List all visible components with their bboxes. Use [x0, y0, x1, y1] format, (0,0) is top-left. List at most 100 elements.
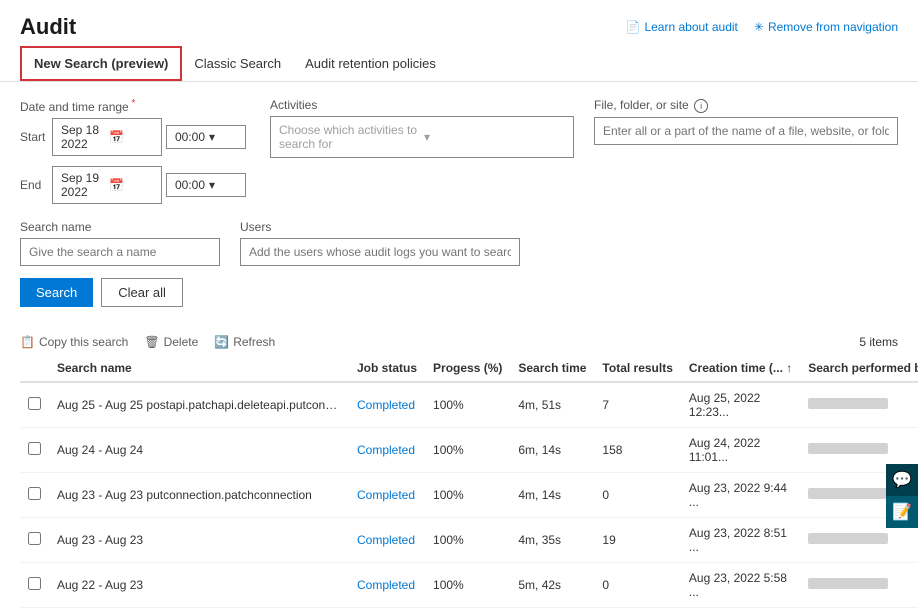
row-progress: 100% — [425, 428, 510, 473]
row-progress: 100% — [425, 473, 510, 518]
row-job-status: Completed — [349, 473, 425, 518]
row-checkbox-cell[interactable] — [20, 382, 49, 428]
th-job-status[interactable]: Job status — [349, 355, 425, 382]
start-date-row: Start Sep 18 2022 📅 00:00 ▾ — [20, 118, 250, 156]
row-checkbox-cell[interactable] — [20, 563, 49, 608]
file-folder-input[interactable] — [594, 117, 898, 145]
copy-search-action[interactable]: 📋 Copy this search — [20, 335, 128, 349]
th-search-time[interactable]: Search time — [510, 355, 594, 382]
job-status-link[interactable]: Completed — [357, 398, 415, 412]
row-checkbox-cell[interactable] — [20, 518, 49, 563]
header-row: Search name Job status Progess (%) Searc… — [20, 355, 918, 382]
form-area: Date and time range * Start Sep 18 2022 … — [0, 82, 918, 323]
form-row-1: Date and time range * Start Sep 18 2022 … — [20, 98, 898, 210]
learn-audit-link[interactable]: 📄 Learn about audit — [626, 20, 738, 34]
row-job-status: Completed — [349, 428, 425, 473]
row-progress: 100% — [425, 382, 510, 428]
row-checkbox[interactable] — [28, 487, 41, 500]
tab-retention-policies[interactable]: Audit retention policies — [293, 48, 448, 79]
th-creation-time[interactable]: Creation time (... ↑ — [681, 355, 800, 382]
row-total-results: 0 — [594, 563, 680, 608]
tab-classic-search[interactable]: Classic Search — [182, 48, 293, 79]
row-search-name: Aug 25 - Aug 25 postapi.patchapi.deletea… — [49, 382, 349, 428]
activities-group: Activities Choose which activities to se… — [270, 98, 574, 158]
row-progress: 100% — [425, 563, 510, 608]
row-search-time: 4m, 35s — [510, 518, 594, 563]
search-name-input[interactable] — [20, 238, 220, 266]
row-checkbox[interactable] — [28, 397, 41, 410]
th-progress[interactable]: Progess (%) — [425, 355, 510, 382]
delete-action[interactable]: 🗑 Delete — [144, 335, 198, 349]
tab-new-search[interactable]: New Search (preview) — [20, 46, 182, 81]
users-group: Users — [240, 220, 520, 266]
row-performed-by — [800, 563, 918, 608]
results-table-wrapper: Search name Job status Progess (%) Searc… — [0, 355, 918, 608]
clear-all-button[interactable]: Clear all — [101, 278, 183, 307]
th-search-name[interactable]: Search name — [49, 355, 349, 382]
performed-by-blurred — [808, 533, 888, 544]
row-checkbox[interactable] — [28, 442, 41, 455]
end-time-value: 00:00 — [175, 178, 205, 192]
row-performed-by — [800, 382, 918, 428]
feedback-float-button[interactable]: 📝 — [886, 496, 918, 528]
learn-audit-label: Learn about audit — [644, 20, 737, 34]
performed-by-blurred — [808, 488, 888, 499]
users-label: Users — [240, 220, 520, 234]
table-body: Aug 25 - Aug 25 postapi.patchapi.deletea… — [20, 382, 918, 608]
table-row: Aug 23 - Aug 23 putconnection.patchconne… — [20, 473, 918, 518]
end-date-row: End Sep 19 2022 📅 00:00 ▾ — [20, 166, 250, 204]
start-time-select[interactable]: 00:00 ▾ — [166, 125, 246, 149]
th-performed-by[interactable]: Search performed by — [800, 355, 918, 382]
row-creation-time: Aug 23, 2022 8:51 ... — [681, 518, 800, 563]
row-search-name: Aug 24 - Aug 24 — [49, 428, 349, 473]
row-total-results: 7 — [594, 382, 680, 428]
item-count: 5 items — [859, 335, 898, 349]
row-checkbox[interactable] — [28, 532, 41, 545]
remove-nav-label: Remove from navigation — [768, 20, 898, 34]
th-checkbox — [20, 355, 49, 382]
delete-icon: 🗑 — [144, 335, 159, 349]
calendar-icon-end[interactable]: 📅 — [109, 178, 153, 192]
table-row: Aug 22 - Aug 23 Completed 100% 5m, 42s 0… — [20, 563, 918, 608]
search-name-label: Search name — [20, 220, 220, 234]
job-status-link[interactable]: Completed — [357, 443, 415, 457]
end-time-select[interactable]: 00:00 ▾ — [166, 173, 246, 197]
job-status-link[interactable]: Completed — [357, 578, 415, 592]
row-checkbox-cell[interactable] — [20, 428, 49, 473]
performed-by-blurred — [808, 398, 888, 409]
chat-float-button[interactable]: 💬 — [886, 464, 918, 496]
end-date-input[interactable]: Sep 19 2022 📅 — [52, 166, 162, 204]
learn-audit-icon: 📄 — [626, 20, 641, 34]
refresh-label: Refresh — [233, 335, 275, 349]
info-icon-file[interactable]: i — [694, 99, 708, 113]
row-checkbox[interactable] — [28, 577, 41, 590]
table-row: Aug 24 - Aug 24 Completed 100% 6m, 14s 1… — [20, 428, 918, 473]
search-button[interactable]: Search — [20, 278, 93, 307]
start-date-input[interactable]: Sep 18 2022 📅 — [52, 118, 162, 156]
th-total-results[interactable]: Total results — [594, 355, 680, 382]
results-table: Search name Job status Progess (%) Searc… — [20, 355, 918, 608]
performed-by-blurred — [808, 578, 888, 589]
form-row-2: Search name Users — [20, 220, 898, 266]
date-time-range-group: Date and time range * Start Sep 18 2022 … — [20, 98, 250, 210]
file-folder-group: File, folder, or site i — [594, 98, 898, 145]
delete-label: Delete — [164, 335, 199, 349]
table-row: Aug 23 - Aug 23 Completed 100% 4m, 35s 1… — [20, 518, 918, 563]
activities-select[interactable]: Choose which activities to search for ▾ — [270, 116, 574, 158]
job-status-link[interactable]: Completed — [357, 488, 415, 502]
tabs-bar: New Search (preview) Classic Search Audi… — [0, 46, 918, 82]
calendar-icon-start[interactable]: 📅 — [109, 130, 153, 144]
button-row: Search Clear all — [20, 278, 898, 307]
row-job-status: Completed — [349, 563, 425, 608]
row-search-name: Aug 23 - Aug 23 — [49, 518, 349, 563]
refresh-action[interactable]: 🔄 Refresh — [214, 335, 275, 349]
job-status-link[interactable]: Completed — [357, 533, 415, 547]
users-input[interactable] — [240, 238, 520, 266]
row-creation-time: Aug 23, 2022 5:58 ... — [681, 563, 800, 608]
end-label: End — [20, 178, 48, 192]
copy-icon: 📋 — [20, 335, 35, 349]
toolbar: 📋 Copy this search 🗑 Delete 🔄 Refresh 5 … — [0, 323, 918, 355]
remove-nav-link[interactable]: ✳ Remove from navigation — [754, 20, 898, 34]
file-folder-label: File, folder, or site i — [594, 98, 898, 113]
row-checkbox-cell[interactable] — [20, 473, 49, 518]
